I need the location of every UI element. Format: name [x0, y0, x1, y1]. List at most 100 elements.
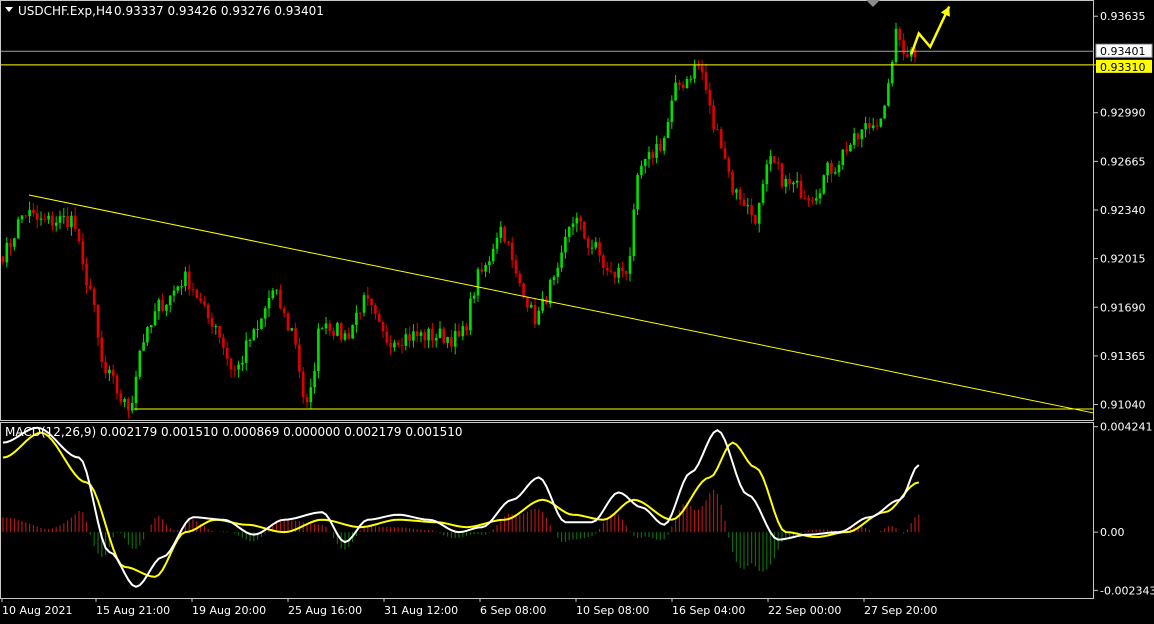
candle-body [81, 241, 85, 264]
candle-body [495, 237, 499, 249]
candle-body [662, 137, 666, 151]
candle-body [233, 369, 237, 371]
candle-body [100, 337, 104, 363]
candle-body [484, 264, 487, 272]
dropdown-triangle-icon[interactable] [5, 7, 13, 12]
candle-body [225, 347, 229, 359]
candle-body [279, 289, 282, 309]
candle-body [115, 375, 119, 394]
candle-body [96, 304, 100, 338]
candle-body [849, 144, 852, 152]
candle-body [746, 205, 750, 207]
candle-body [811, 200, 814, 202]
candle-body [104, 362, 107, 374]
candle-body [476, 269, 480, 296]
candle-body [70, 215, 73, 228]
candle-body [868, 123, 871, 129]
candle-body [282, 308, 286, 314]
candle-body [180, 286, 183, 288]
candle-body [803, 198, 807, 200]
candle-body [271, 290, 275, 299]
candle-body [769, 156, 772, 165]
candle-body [286, 313, 290, 331]
candle-body [396, 342, 400, 346]
candle-body [393, 342, 396, 348]
candle-body [773, 156, 776, 163]
candle-body [693, 65, 696, 79]
candle-body [149, 325, 153, 328]
candle-body [624, 270, 628, 274]
candle-body [161, 299, 164, 311]
candle-body [469, 298, 472, 331]
price-axis-label: 0.92015 [1100, 253, 1146, 266]
candle-body [761, 184, 765, 203]
price-axis-label: 0.91690 [1100, 301, 1146, 314]
candle-body [58, 216, 62, 223]
candle-body [263, 308, 267, 319]
candle-body [704, 72, 708, 90]
chart-window[interactable]: 0.93635 0.93310 0.92990 0.92665 0.92340 0.920… [0, 0, 1154, 620]
candle-body [381, 322, 385, 332]
time-axis-label: 10 Sep 08:00 [576, 604, 649, 617]
candle-body [522, 283, 525, 298]
candle-body [377, 313, 381, 323]
symbol-label: USDCHF.Exp,H4 [18, 4, 113, 18]
candle-body [533, 304, 537, 325]
candle-body [472, 295, 476, 299]
candle-body [480, 269, 484, 272]
candle-body [119, 393, 123, 402]
candle-body [841, 149, 845, 166]
candle-body [674, 82, 677, 101]
price-axis-label: 0.92340 [1100, 204, 1146, 217]
candle-body [879, 118, 883, 127]
candle-body [659, 144, 662, 151]
candle-body [157, 299, 161, 312]
candle-body [598, 242, 601, 256]
candle-body [362, 295, 366, 313]
candle-body [229, 358, 233, 370]
candle-body [564, 236, 567, 253]
candle-body [39, 218, 43, 220]
candle-body [678, 82, 681, 85]
candle-body [389, 342, 392, 348]
candle-body [636, 174, 639, 210]
candle-body [301, 371, 305, 398]
time-axis-label: 16 Sep 04:00 [672, 604, 745, 617]
candle-body [727, 158, 731, 172]
candle-body [852, 133, 856, 145]
candle-body [244, 340, 248, 363]
candle-body [613, 271, 617, 278]
candle-body [165, 305, 168, 311]
candle-body [92, 288, 96, 305]
price-chart-svg[interactable]: 0.93635 0.93310 0.92990 0.92665 0.92340 0.920… [0, 0, 1154, 620]
candle-body [556, 267, 560, 277]
candle-body [685, 78, 689, 89]
candle-body [419, 332, 423, 336]
candle-body [142, 342, 145, 351]
candle-body [54, 222, 58, 226]
candle-body [336, 322, 339, 336]
candle-body [818, 193, 822, 199]
candle-body [427, 328, 430, 341]
candle-body [313, 371, 316, 388]
period-separator-marker [866, 0, 880, 7]
candle-body [43, 218, 47, 220]
candle-body [571, 223, 575, 228]
candle-body [537, 310, 541, 325]
candle-body [735, 189, 738, 193]
candle-body [108, 369, 111, 374]
candle-body [1, 256, 5, 263]
candle-body [697, 65, 700, 67]
candle-body [275, 289, 278, 291]
macd-title: MACD(12,26,9) 0.002179 0.001510 0.000869… [5, 425, 463, 439]
candle-body [404, 334, 408, 346]
candle-body [826, 162, 829, 176]
candle-body [491, 248, 495, 262]
price-axis-label: 0.92665 [1100, 155, 1146, 168]
candle-body [351, 324, 354, 339]
candle-body [85, 263, 88, 286]
candle-body [792, 182, 795, 185]
candle-body [666, 122, 670, 138]
candle-body [187, 271, 191, 290]
time-axis-label: 10 Aug 2021 [2, 604, 72, 617]
